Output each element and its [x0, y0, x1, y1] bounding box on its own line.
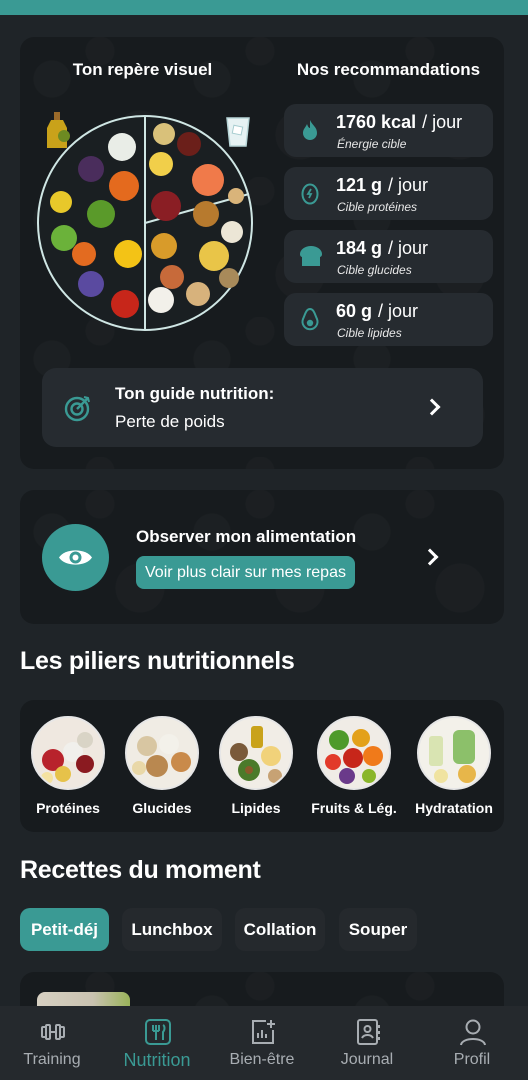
pillar-proteins[interactable]: Protéines: [31, 716, 105, 816]
top-app-bar: [0, 0, 528, 15]
recommendation-fat: 60 g / jour Cible lipides: [284, 293, 493, 346]
nav-wellbeing[interactable]: Bien-être: [217, 1006, 307, 1080]
observe-card[interactable]: Observer mon alimentation Voir plus clai…: [20, 490, 504, 624]
pillar-label: Lipides: [231, 800, 281, 816]
chart-plus-icon: [249, 1018, 277, 1046]
journal-icon: [354, 1018, 382, 1046]
chevron-right-icon: [421, 548, 439, 566]
nav-profile[interactable]: Profil: [427, 1006, 517, 1080]
dumbbell-icon: [39, 1018, 67, 1046]
recommendation-label: Cible protéines: [337, 200, 418, 214]
observe-cta-button[interactable]: Voir plus clair sur mes repas: [136, 556, 355, 589]
recipe-filter-breakfast[interactable]: Petit-déj: [20, 908, 109, 951]
fruits-veg-image: [317, 716, 391, 790]
cutlery-icon: [144, 1018, 172, 1046]
recommendation-label: Énergie cible: [337, 137, 407, 151]
nav-label: Bien-être: [229, 1051, 295, 1068]
bread-icon: [298, 244, 323, 268]
recipes-title: Recettes du moment: [20, 856, 261, 884]
chevron-right-icon: [423, 398, 441, 416]
pillar-fruits-veg[interactable]: Fruits & Lég.: [311, 716, 397, 816]
pillar-hydration[interactable]: Hydratation: [415, 716, 493, 816]
recommendation-value: 60 g: [336, 301, 373, 321]
recommendation-energy: 1760 kcal / jour Énergie cible: [284, 104, 493, 157]
recipe-filter-dinner[interactable]: Souper: [339, 908, 417, 951]
egg-icon: [298, 181, 322, 205]
nav-nutrition[interactable]: Nutrition: [112, 1006, 202, 1080]
nav-label: Journal: [340, 1051, 394, 1068]
nav-label: Training: [23, 1051, 81, 1068]
user-icon: [459, 1018, 487, 1046]
olive-oil-icon: [42, 112, 72, 150]
guide-title: Ton guide nutrition:: [115, 384, 275, 403]
pillars-title: Les piliers nutritionnels: [20, 647, 295, 675]
pillar-carbs[interactable]: Glucides: [125, 716, 199, 816]
recommendation-value: 184 g: [336, 238, 383, 258]
pillar-fats[interactable]: Lipides: [219, 716, 293, 816]
pillar-label: Fruits & Lég.: [311, 800, 397, 816]
recommendation-value: 1760 kcal: [336, 112, 417, 132]
recipe-filter-snack[interactable]: Collation: [235, 908, 325, 951]
hydration-image: [417, 716, 491, 790]
nav-journal[interactable]: Journal: [322, 1006, 412, 1080]
recommendation-unit: / jour: [378, 301, 419, 321]
recipe-filter-lunchbox[interactable]: Lunchbox: [122, 908, 222, 951]
recommendation-unit: / jour: [422, 112, 463, 132]
observe-title: Observer mon alimentation: [136, 527, 357, 546]
pillar-label: Hydratation: [415, 800, 493, 816]
recommendation-label: Cible lipides: [337, 326, 402, 340]
recommendation-protein: 121 g / jour Cible protéines: [284, 167, 493, 220]
recommendation-label: Cible glucides: [337, 263, 412, 277]
recommendation-value: 121 g: [336, 175, 383, 195]
nutrition-guide-button[interactable]: Ton guide nutrition: Perte de poids: [42, 368, 483, 447]
recommendation-unit: / jour: [388, 238, 429, 258]
carbs-image: [125, 716, 199, 790]
guide-value: Perte de poids: [115, 412, 225, 431]
avocado-icon: [298, 307, 322, 331]
target-icon: [64, 394, 92, 422]
recommendations-title: Nos recommandations: [296, 60, 481, 79]
nav-label: Profil: [453, 1051, 491, 1068]
recommendation-carbs: 184 g / jour Cible glucides: [284, 230, 493, 283]
fats-image: [219, 716, 293, 790]
eye-icon: [42, 524, 109, 591]
visual-guide-title: Ton repère visuel: [72, 60, 213, 79]
nav-label: Nutrition: [123, 1050, 191, 1070]
water-glass-icon: [222, 114, 254, 148]
flame-icon: [298, 118, 322, 142]
nav-training[interactable]: Training: [7, 1006, 97, 1080]
proteins-image: [31, 716, 105, 790]
recommendation-unit: / jour: [388, 175, 429, 195]
bottom-nav: Training Nutrition Bien-être Journal Pro…: [0, 1006, 528, 1080]
